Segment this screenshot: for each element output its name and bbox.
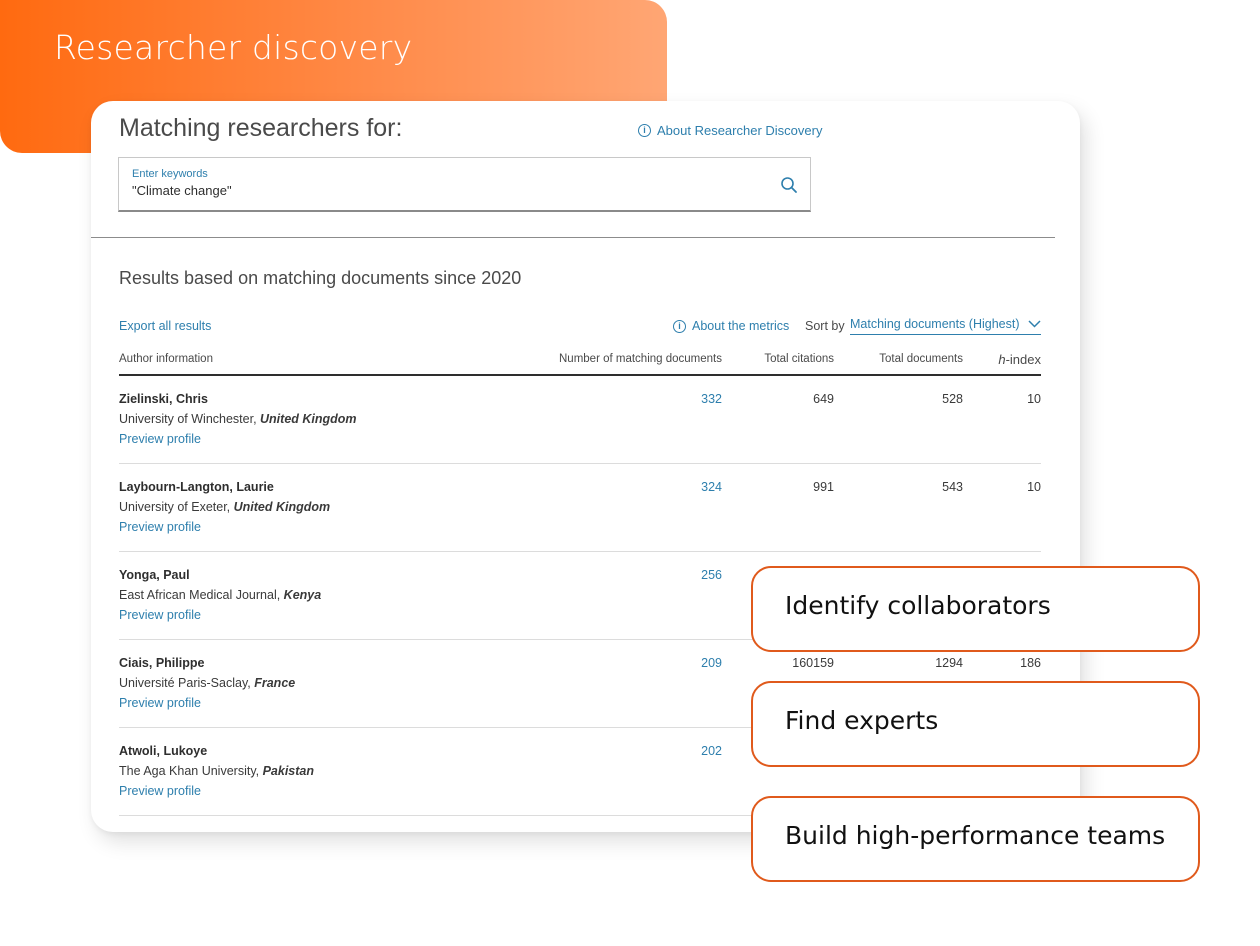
author-affiliation: East African Medical Journal, Kenya <box>119 588 321 602</box>
country: France <box>254 676 296 690</box>
search-icon[interactable] <box>780 176 798 194</box>
callout-find-experts: Find experts <box>751 681 1200 767</box>
table-header: Author information Number of matching do… <box>119 351 1041 376</box>
total-citations: 991 <box>813 480 834 494</box>
about-metrics-link[interactable]: i About the metrics <box>673 319 789 333</box>
preview-profile-link[interactable]: Preview profile <box>119 520 201 534</box>
matching-documents-count[interactable]: 256 <box>701 568 722 582</box>
callout-label: Identify collaborators <box>785 590 1051 620</box>
column-total-citations[interactable]: Total citations <box>764 353 834 365</box>
total-documents: 528 <box>942 392 963 406</box>
h-index-value: 10 <box>1027 392 1041 406</box>
author-affiliation: The Aga Khan University, Pakistan <box>119 764 314 778</box>
info-icon: i <box>673 319 686 333</box>
author-name: Ciais, Philippe <box>119 656 205 670</box>
author-affiliation: University of Exeter, United Kingdom <box>119 500 330 514</box>
institution: Université Paris-Saclay, <box>119 676 255 690</box>
country: United Kingdom <box>260 412 357 426</box>
matching-documents-count[interactable]: 209 <box>701 656 722 670</box>
sort-dropdown[interactable]: Matching documents (Highest) <box>850 317 1041 335</box>
callout-label: Build high-performance teams <box>785 820 1166 850</box>
matching-documents-count[interactable]: 324 <box>701 480 722 494</box>
country: United Kingdom <box>233 500 331 514</box>
h-index-value: 10 <box>1027 480 1041 494</box>
about-researcher-discovery-label: About Researcher Discovery <box>657 123 823 138</box>
author-affiliation: Université Paris-Saclay, France <box>119 676 295 690</box>
institution: University of Exeter, <box>119 500 234 514</box>
section-divider <box>91 237 1055 238</box>
hero-title: Researcher discovery <box>54 28 413 67</box>
author-name: Yonga, Paul <box>119 568 190 582</box>
h-index-suffix: -index <box>1005 352 1041 367</box>
column-matching-documents[interactable]: Number of matching documents <box>559 353 722 365</box>
institution: East African Medical Journal, <box>119 588 284 602</box>
total-citations: 160159 <box>792 656 834 670</box>
institution: The Aga Khan University, <box>119 764 263 778</box>
about-researcher-discovery-link[interactable]: i About Researcher Discovery <box>638 123 822 138</box>
matching-documents-count[interactable]: 202 <box>701 744 722 758</box>
preview-profile-link[interactable]: Preview profile <box>119 432 201 446</box>
table-row: Zielinski, Chris University of Wincheste… <box>119 376 1041 464</box>
search-label: Enter keywords <box>132 168 208 180</box>
author-name: Zielinski, Chris <box>119 392 208 406</box>
preview-profile-link[interactable]: Preview profile <box>119 696 201 710</box>
info-icon: i <box>638 124 651 137</box>
sort-value: Matching documents (Highest) <box>850 317 1020 331</box>
callout-identify-collaborators: Identify collaborators <box>751 566 1200 652</box>
preview-profile-link[interactable]: Preview profile <box>119 608 201 622</box>
sort-by-label: Sort by <box>805 319 845 333</box>
author-affiliation: University of Winchester, United Kingdom <box>119 412 357 426</box>
author-name: Atwoli, Lukoye <box>119 744 208 758</box>
preview-profile-link[interactable]: Preview profile <box>119 784 201 798</box>
country: Pakistan <box>262 764 315 778</box>
total-documents: 1294 <box>935 656 963 670</box>
table-row: Laybourn-Langton, Laurie University of E… <box>119 464 1041 552</box>
total-documents: 543 <box>942 480 963 494</box>
keyword-input[interactable] <box>132 183 732 198</box>
institution: University of Winchester, <box>119 412 261 426</box>
page-title: Matching researchers for: <box>119 114 403 142</box>
total-citations: 649 <box>813 392 834 406</box>
export-all-results-link[interactable]: Export all results <box>119 319 211 333</box>
about-metrics-label: About the metrics <box>692 319 790 333</box>
column-author: Author information <box>119 353 213 365</box>
column-h-index[interactable]: h-index <box>998 352 1041 367</box>
keyword-search-field[interactable]: Enter keywords <box>118 157 811 212</box>
matching-documents-count[interactable]: 332 <box>701 392 722 406</box>
author-name: Laybourn-Langton, Laurie <box>119 480 274 494</box>
column-total-documents[interactable]: Total documents <box>879 353 963 365</box>
results-title: Results based on matching documents sinc… <box>119 268 522 288</box>
chevron-down-icon <box>1028 320 1041 328</box>
h-index-value: 186 <box>1020 656 1041 670</box>
country: Kenya <box>283 588 322 602</box>
h-index-prefix: h <box>998 352 1006 367</box>
callout-build-teams: Build high-performance teams <box>751 796 1200 882</box>
callout-label: Find experts <box>785 705 939 735</box>
